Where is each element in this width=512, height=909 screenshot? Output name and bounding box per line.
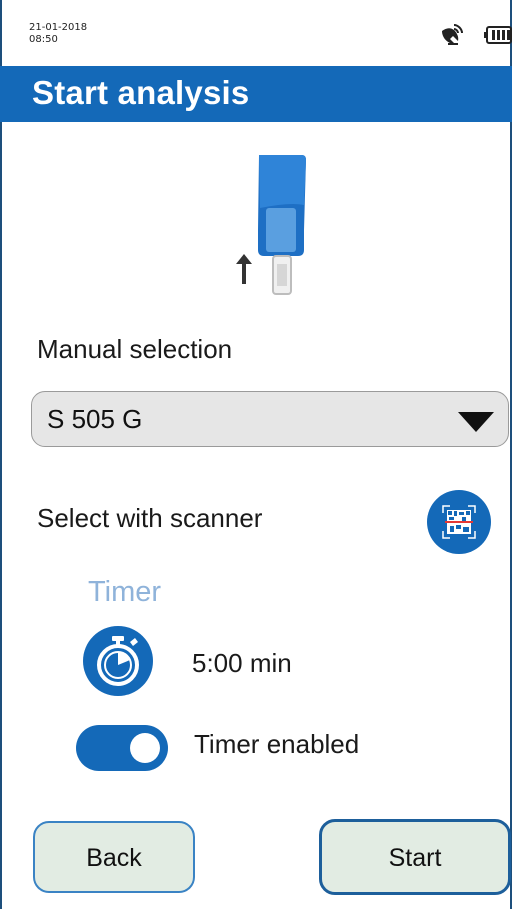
selected-product-value: S 505 G xyxy=(47,404,143,434)
status-bar: 21-01-2018 08:50 xyxy=(0,0,512,62)
timer-duration-value: 5:00 min xyxy=(192,648,292,678)
scanner-label: Select with scanner xyxy=(37,503,263,533)
barcode-scanner-icon xyxy=(442,505,476,539)
scan-barcode-button[interactable] xyxy=(427,490,491,554)
timer-enabled-label: Timer enabled xyxy=(194,729,360,759)
timer-duration-button[interactable] xyxy=(83,626,153,696)
status-datetime: 21-01-2018 08:50 xyxy=(29,22,87,46)
timer-enabled-toggle[interactable] xyxy=(76,725,168,771)
timer-section-label: Timer xyxy=(88,576,162,608)
toggle-knob xyxy=(130,733,160,763)
start-button[interactable]: Start xyxy=(319,819,511,895)
product-select-dropdown[interactable]: S 505 G xyxy=(31,391,509,447)
satellite-signal-icon xyxy=(442,24,463,45)
status-date: 21-01-2018 xyxy=(29,22,88,33)
stopwatch-icon xyxy=(97,636,139,686)
status-time: 08:50 xyxy=(29,34,58,45)
back-button[interactable]: Back xyxy=(33,821,195,893)
manual-selection-label: Manual selection xyxy=(37,334,233,364)
sensor-device-insert-icon xyxy=(236,155,306,295)
page-title: Start analysis xyxy=(32,74,250,111)
battery-icon xyxy=(484,26,512,44)
screen-frame xyxy=(0,0,512,909)
header-bar: Start analysis xyxy=(0,66,512,122)
chevron-down-icon xyxy=(458,412,494,432)
